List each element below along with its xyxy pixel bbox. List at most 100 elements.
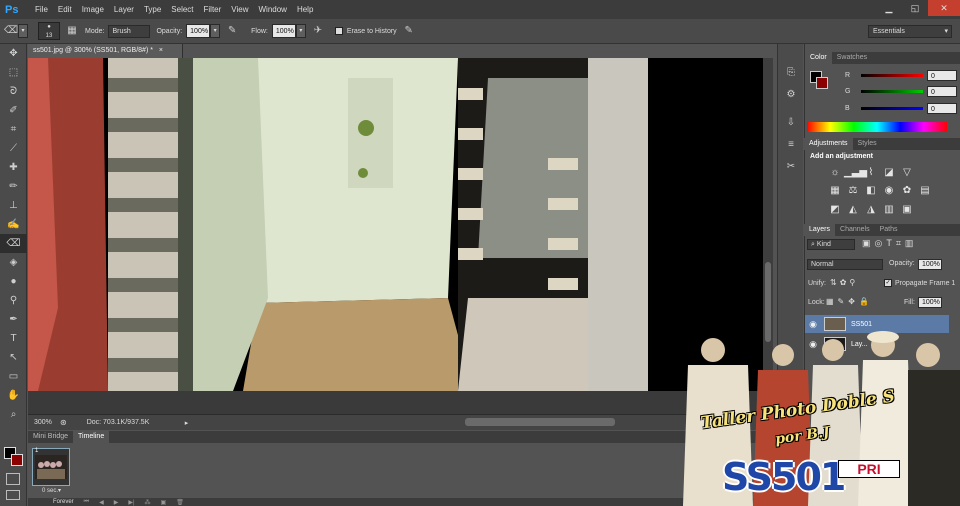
eyedropper-tool-icon[interactable]: ⟋ <box>0 139 27 158</box>
flow-dropdown[interactable]: ▾ <box>295 24 306 38</box>
menu-help[interactable]: Help <box>297 5 313 14</box>
posterize-icon[interactable]: ◭ <box>844 203 862 217</box>
history-panel-icon[interactable]: ⎘ <box>778 62 804 84</box>
menu-layer[interactable]: Layer <box>114 5 134 14</box>
layer-filter-icons[interactable]: ▣◎T⌗▥ <box>862 238 917 249</box>
menu-edit[interactable]: Edit <box>58 5 72 14</box>
propagate-checkbox[interactable]: ✓ <box>884 279 892 287</box>
threshold-icon[interactable]: ◮ <box>862 203 880 217</box>
color-lookup-icon[interactable]: ▤ <box>916 184 934 198</box>
previous-frame-icon[interactable]: ◀ <box>99 499 104 506</box>
restore-button[interactable]: ◱ <box>902 0 928 16</box>
red-slider[interactable] <box>861 74 923 77</box>
vibrance-icon[interactable]: ▽ <box>898 166 916 180</box>
tab-color[interactable]: Color <box>805 52 832 64</box>
delete-frame-icon[interactable]: 🗑 <box>176 499 184 506</box>
airbrush-icon[interactable]: ✈ <box>311 24 325 38</box>
fill-input[interactable]: 100% <box>918 297 942 308</box>
levels-icon[interactable]: ▁▃▅ <box>844 166 867 180</box>
hue-saturation-icon[interactable]: ▦ <box>826 184 844 198</box>
menu-view[interactable]: View <box>231 5 248 14</box>
gradient-map-icon[interactable]: ▥ <box>880 203 898 217</box>
minimize-button[interactable]: ▁ <box>876 0 902 16</box>
layer-kind-filter[interactable]: ⌕ Kind <box>807 239 855 250</box>
layers-opacity-input[interactable]: 100% <box>918 259 942 270</box>
red-value-input[interactable]: 0 <box>927 70 957 81</box>
menu-file[interactable]: File <box>35 5 48 14</box>
pressure-size-icon[interactable]: ✎ <box>402 24 416 38</box>
blend-mode-select[interactable]: Normal <box>807 259 883 270</box>
menu-type[interactable]: Type <box>144 5 161 14</box>
tab-mini-bridge[interactable]: Mini Bridge <box>28 431 73 443</box>
menu-filter[interactable]: Filter <box>204 5 222 14</box>
hand-tool-icon[interactable]: ✋ <box>0 386 27 405</box>
rectangle-tool-icon[interactable]: ▭ <box>0 367 27 386</box>
opacity-dropdown[interactable]: ▾ <box>210 24 221 38</box>
actions-panel-icon[interactable]: ⇩ <box>778 112 804 134</box>
paint-bucket-tool-icon[interactable]: ◈ <box>0 253 27 272</box>
status-menu-arrow-icon[interactable]: ▸ <box>185 419 189 427</box>
pen-tool-icon[interactable]: ✒ <box>0 310 27 329</box>
marquee-tool-icon[interactable]: ⬚ <box>0 63 27 82</box>
crop-tool-icon[interactable]: ⌗ <box>0 120 27 139</box>
menu-select[interactable]: Select <box>171 5 193 14</box>
green-value-input[interactable]: 0 <box>927 86 957 97</box>
menu-image[interactable]: Image <box>82 5 104 14</box>
color-panel-background[interactable] <box>816 77 828 89</box>
brush-size-picker[interactable]: ● 13 <box>38 22 60 40</box>
pressure-opacity-icon[interactable]: ✎ <box>225 24 239 38</box>
history-brush-tool-icon[interactable]: ✍ <box>0 215 27 234</box>
curves-icon[interactable]: ⌇ <box>862 166 880 180</box>
close-document-icon[interactable]: × <box>159 47 163 54</box>
tab-timeline[interactable]: Timeline <box>73 431 110 443</box>
duplicate-frame-icon[interactable]: ▣ <box>161 499 167 506</box>
invert-icon[interactable]: ◩ <box>826 203 844 217</box>
document-canvas[interactable] <box>28 58 763 391</box>
selective-color-icon[interactable]: ▣ <box>898 203 916 217</box>
lock-icons[interactable]: ▦✎✥🔒 <box>826 297 873 306</box>
move-tool-icon[interactable]: ✥ <box>0 44 27 63</box>
menu-window[interactable]: Window <box>259 5 287 14</box>
tab-layers[interactable]: Layers <box>804 224 836 236</box>
tab-styles[interactable]: Styles <box>853 138 882 150</box>
tab-channels[interactable]: Channels <box>835 224 875 236</box>
tool-preset-dropdown[interactable]: ▾ <box>18 24 28 38</box>
zoom-tool-icon[interactable]: ⌕ <box>0 405 27 424</box>
brush-tool-icon[interactable]: ✏ <box>0 177 27 196</box>
brush-presets-icon[interactable]: ≡ <box>778 134 804 156</box>
tab-paths[interactable]: Paths <box>875 224 903 236</box>
channel-mixer-icon[interactable]: ✿ <box>898 184 916 198</box>
frame-delay-select[interactable]: 0 sec.▾ <box>42 487 61 494</box>
next-frame-icon[interactable]: ▶| <box>128 499 134 506</box>
quick-select-tool-icon[interactable]: ✐ <box>0 101 27 120</box>
close-button[interactable]: ✕ <box>928 0 960 16</box>
horizontal-scroll-thumb[interactable] <box>465 418 615 426</box>
tab-swatches[interactable]: Swatches <box>832 52 872 64</box>
brightness-contrast-icon[interactable]: ☼ <box>826 166 844 180</box>
tab-adjustments[interactable]: Adjustments <box>804 138 853 150</box>
document-tab[interactable]: ss501.jpg @ 300% (SS501, RGB/8#) * × <box>28 44 183 58</box>
brush-panel-icon[interactable]: ▦ <box>65 24 79 38</box>
path-select-tool-icon[interactable]: ↖ <box>0 348 27 367</box>
eraser-tool-icon[interactable]: ⌫ <box>0 234 27 253</box>
photo-filter-icon[interactable]: ◉ <box>880 184 898 198</box>
black-white-icon[interactable]: ◧ <box>862 184 880 198</box>
mode-select[interactable]: Brush <box>108 24 151 38</box>
workspace-select[interactable]: Essentials ▾ <box>868 25 952 38</box>
background-color-swatch[interactable] <box>11 454 23 466</box>
blur-tool-icon[interactable]: ● <box>0 272 27 291</box>
zoom-level[interactable]: 300% <box>28 419 56 426</box>
quick-mask-icon[interactable] <box>6 473 20 485</box>
green-slider[interactable] <box>861 90 923 93</box>
eraser-tool-preset-icon[interactable]: ⌫ <box>4 24 18 38</box>
first-frame-icon[interactable]: ⏮ <box>84 499 89 506</box>
color-spectrum[interactable] <box>807 122 947 132</box>
flow-input[interactable]: 100% <box>271 24 296 38</box>
exposure-icon[interactable]: ◪ <box>880 166 898 180</box>
type-tool-icon[interactable]: T <box>0 329 27 348</box>
loop-select[interactable]: Forever <box>53 499 74 505</box>
opacity-input[interactable]: 100% <box>186 24 211 38</box>
properties-panel-icon[interactable]: ⚙ <box>778 84 804 106</box>
erase-to-history-checkbox[interactable] <box>334 27 343 35</box>
color-balance-icon[interactable]: ⚖ <box>844 184 862 198</box>
